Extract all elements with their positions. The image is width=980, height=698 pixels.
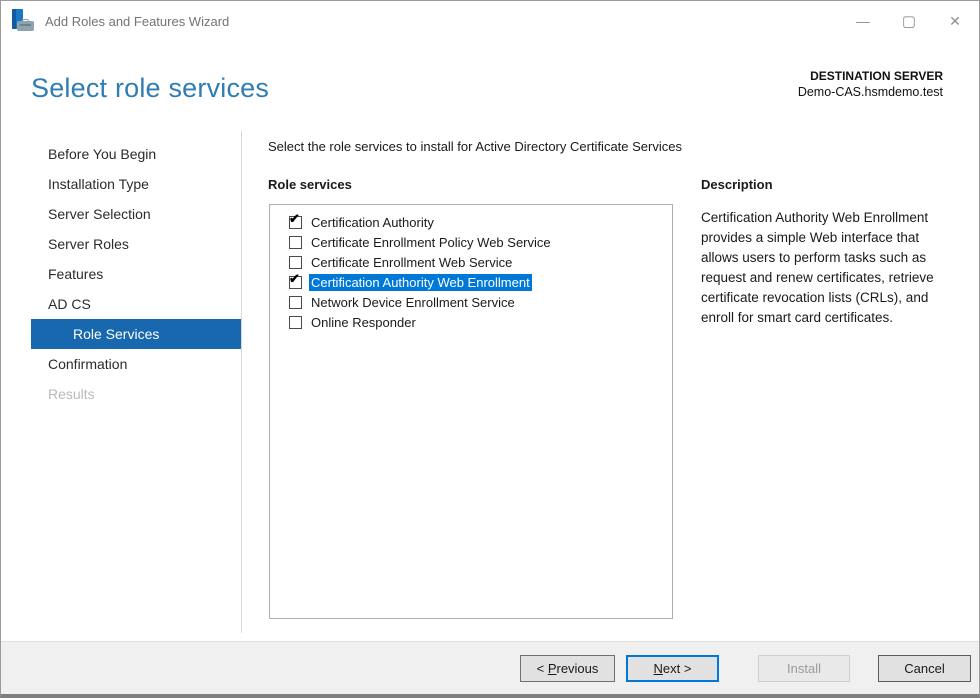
- checkbox-unchecked[interactable]: [289, 255, 302, 269]
- role-services-listbox: ✔ Certification Authority Certificate En…: [269, 204, 673, 619]
- destination-server-block: DESTINATION SERVER Demo-CAS.hsmdemo.test: [798, 68, 943, 100]
- role-service-label-selected: Certification Authority Web Enrollment: [309, 273, 532, 291]
- checkbox-checked[interactable]: ✔: [289, 272, 302, 289]
- nav-item-server-selection[interactable]: Server Selection: [31, 199, 241, 229]
- role-service-row-network-device-enrollment-service[interactable]: Network Device Enrollment Service: [270, 292, 672, 312]
- checkbox-unchecked[interactable]: [289, 315, 302, 329]
- footer-bar: < Previous Next > Install Cancel: [1, 641, 979, 694]
- nav-item-installation-type[interactable]: Installation Type: [31, 169, 241, 199]
- nav-item-before-you-begin[interactable]: Before You Begin: [31, 139, 241, 169]
- minimize-button[interactable]: —: [840, 1, 886, 41]
- check-icon: ✔: [289, 270, 300, 286]
- page-title: Select role services: [31, 73, 270, 103]
- checkbox-unchecked[interactable]: [289, 295, 302, 309]
- window-title: Add Roles and Features Wizard: [45, 13, 230, 29]
- role-service-label: Certification Authority: [311, 214, 434, 230]
- nav-item-role-services[interactable]: Role Services: [31, 319, 241, 349]
- close-button[interactable]: ✕: [932, 1, 978, 41]
- role-service-row-online-responder[interactable]: Online Responder: [270, 312, 672, 332]
- sidebar-divider: [241, 131, 242, 633]
- nav-item-server-roles[interactable]: Server Roles: [31, 229, 241, 259]
- wizard-window: Add Roles and Features Wizard — ▢ ✕ Sele…: [0, 0, 980, 698]
- checkbox-unchecked[interactable]: [289, 235, 302, 249]
- title-bar: Add Roles and Features Wizard — ▢ ✕: [1, 1, 979, 41]
- nav-item-results: Results: [48, 386, 95, 402]
- destination-server-name: Demo-CAS.hsmdemo.test: [797, 85, 943, 99]
- description-text: Certification Authority Web Enrollment p…: [701, 210, 934, 325]
- instruction-text: Select the role services to install for …: [268, 139, 682, 154]
- role-service-row-cert-enrollment-policy-web-service[interactable]: Certificate Enrollment Policy Web Servic…: [270, 232, 672, 252]
- nav-item-features[interactable]: Features: [31, 259, 241, 289]
- role-service-label: Certificate Enrollment Web Service: [311, 254, 513, 270]
- maximize-button[interactable]: ▢: [886, 1, 932, 41]
- wizard-step-nav: Before You Begin Installation Type Serve…: [31, 139, 241, 409]
- previous-button[interactable]: < Previous: [520, 655, 615, 682]
- description-heading: Description: [701, 177, 773, 192]
- check-icon: ✔: [289, 210, 300, 226]
- checkbox-checked[interactable]: ✔: [289, 212, 302, 229]
- install-button: Install: [758, 655, 850, 682]
- maximize-icon: ▢: [901, 13, 917, 30]
- next-button[interactable]: Next >: [626, 655, 719, 682]
- close-icon: ✕: [949, 12, 961, 29]
- role-services-label: Role services: [268, 177, 352, 192]
- role-service-label: Online Responder: [311, 314, 416, 330]
- destination-server-label: DESTINATION SERVER: [810, 69, 943, 83]
- role-service-label: Certificate Enrollment Policy Web Servic…: [311, 234, 551, 250]
- server-manager-icon: [11, 9, 35, 33]
- nav-item-ad-cs[interactable]: AD CS: [31, 289, 241, 319]
- minimize-icon: —: [856, 13, 870, 29]
- nav-item-confirmation[interactable]: Confirmation: [31, 349, 241, 379]
- cancel-button[interactable]: Cancel: [878, 655, 971, 682]
- role-service-row-certification-authority[interactable]: ✔ Certification Authority: [270, 212, 672, 232]
- role-service-row-certification-authority-web-enrollment[interactable]: ✔ Certification Authority Web Enrollment: [270, 272, 672, 292]
- role-service-label: Network Device Enrollment Service: [311, 294, 515, 310]
- role-service-row-cert-enrollment-web-service[interactable]: Certificate Enrollment Web Service: [270, 252, 672, 272]
